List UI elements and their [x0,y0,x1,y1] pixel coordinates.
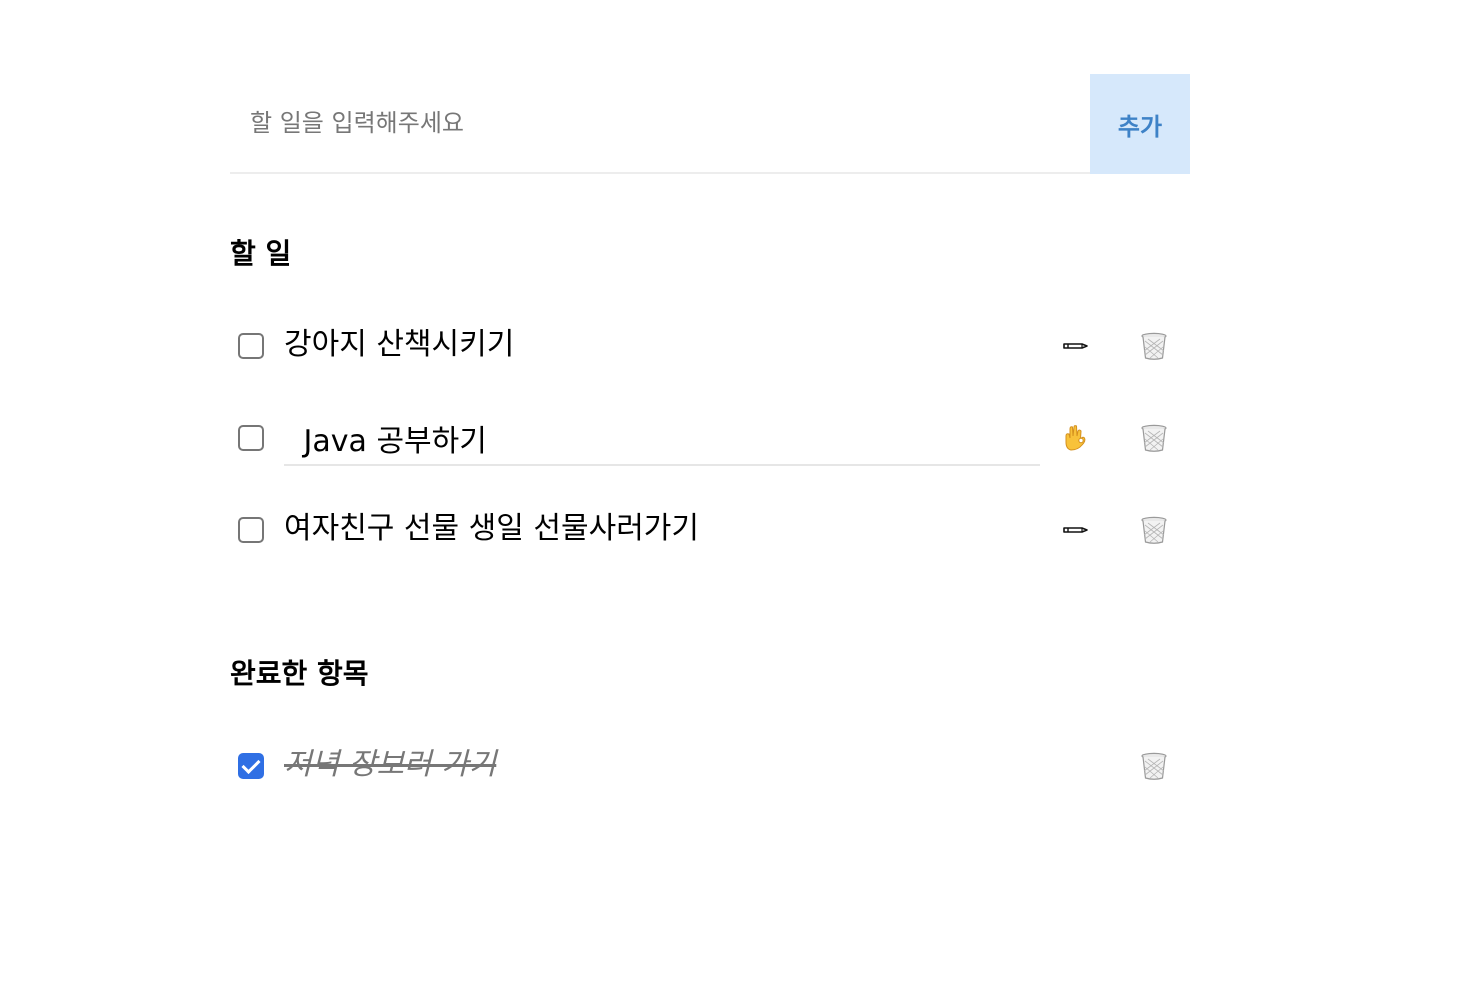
add-todo-form: 추가 [230,74,1190,174]
todo-section-title: 할 일 [230,237,292,270]
add-button[interactable]: 추가 [1090,74,1190,174]
confirm-edit-button[interactable] [1056,420,1096,456]
todo-text: 여자친구 선물 생일 선물사러가기 [284,511,700,546]
delete-button[interactable] [1134,512,1174,548]
todo-item [230,410,1190,466]
todo-text: 강아지 산책시키기 [284,327,515,362]
done-checkbox[interactable] [238,753,264,779]
todo-checkbox[interactable] [238,517,264,543]
edit-todo-input[interactable] [284,412,1040,466]
todo-app: 추가 할 일 강아지 산책시키기 [230,74,1190,782]
edit-button[interactable] [1056,328,1096,364]
delete-button[interactable] [1134,748,1174,784]
done-section-title: 완료한 항목 [230,657,369,690]
done-item: 저녁 장보러 가기 [230,738,1190,794]
new-todo-input[interactable] [230,74,1090,172]
todo-checkbox[interactable] [238,333,264,359]
ok-hand-icon [1065,425,1086,451]
todo-item: 여자친구 선물 생일 선물사러가기 [230,502,1190,558]
trash-icon [1141,332,1167,360]
todo-item: 강아지 산책시키기 [230,318,1190,374]
delete-button[interactable] [1134,328,1174,364]
trash-icon [1141,752,1167,780]
edit-button[interactable] [1056,512,1096,548]
trash-icon [1141,424,1167,452]
done-text: 저녁 장보러 가기 [284,747,497,782]
todo-checkbox[interactable] [238,425,264,451]
trash-icon [1141,516,1167,544]
pencil-icon [1063,343,1088,349]
delete-button[interactable] [1134,420,1174,456]
pencil-icon [1063,527,1088,533]
